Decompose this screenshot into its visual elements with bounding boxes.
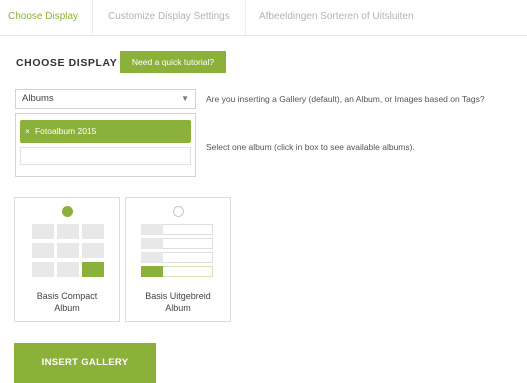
chip-label: Fotoalbum 2015 [34, 126, 97, 136]
radio-selected-icon[interactable] [62, 206, 73, 217]
tab-bar: Choose Display Customize Display Setting… [0, 0, 527, 36]
tutorial-button[interactable]: Need a quick tutorial? [120, 51, 226, 73]
display-type-basic-extended-album[interactable]: Basis Uitgebreid Album [125, 197, 231, 322]
display-source-select[interactable]: Albums ▼ [15, 89, 196, 109]
display-type-label: Basis Uitgebreid Album [145, 291, 211, 313]
section-heading: CHOOSE DISPLAY [16, 57, 118, 69]
compact-grid-thumbnail-icon [30, 224, 106, 278]
display-type-basic-compact-album[interactable]: Basis Compact Album [14, 197, 120, 322]
insert-gallery-button[interactable]: INSERT GALLERY [14, 343, 156, 383]
radio-unselected-icon[interactable] [173, 206, 184, 217]
tab-divider [92, 0, 93, 36]
remove-chip-icon[interactable]: × [25, 126, 30, 136]
album-search-input[interactable] [20, 147, 191, 165]
album-help-text: Select one album (click in box to see av… [206, 142, 415, 152]
select-value: Albums [22, 93, 54, 104]
display-type-label: Basis Compact Album [36, 291, 98, 313]
extended-list-thumbnail-icon [141, 224, 217, 278]
album-multiselect[interactable]: × Fotoalbum 2015 [15, 113, 196, 177]
tab-choose-display[interactable]: Choose Display [8, 11, 78, 22]
tab-customize-display-settings[interactable]: Customize Display Settings [108, 11, 230, 22]
tab-divider [245, 0, 246, 36]
chevron-down-icon: ▼ [181, 94, 189, 103]
source-help-text: Are you inserting a Gallery (default), a… [206, 94, 485, 104]
selected-album-chip: × Fotoalbum 2015 [20, 120, 191, 143]
tab-sort-exclude-images[interactable]: Afbeeldingen Sorteren of Uitsluiten [259, 11, 414, 22]
